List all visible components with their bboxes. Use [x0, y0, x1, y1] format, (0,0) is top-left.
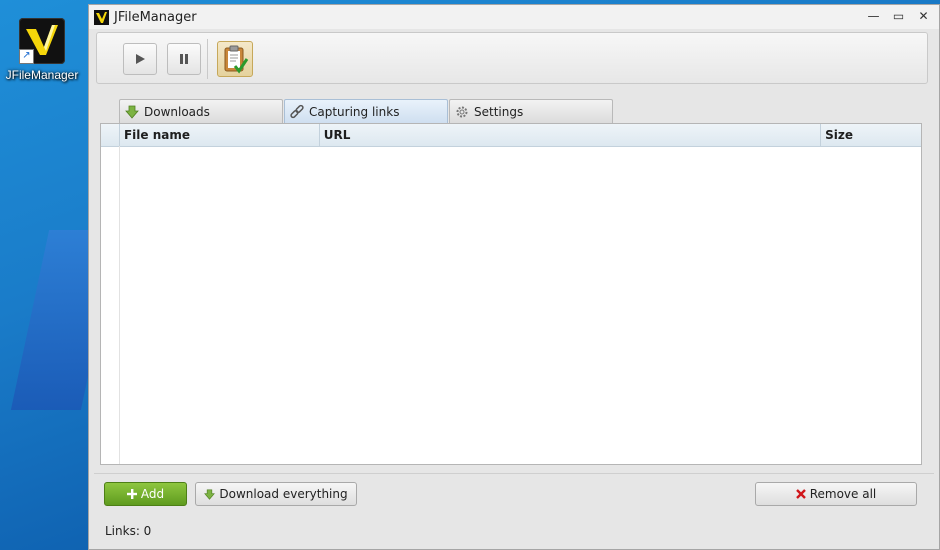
tab-strip: Downloads Capturing links Settings: [119, 99, 614, 123]
add-button[interactable]: Add: [104, 482, 187, 506]
red-x-icon: [795, 489, 806, 499]
desktop-shortcut-jfilemanager[interactable]: ↗ JFileManager: [4, 18, 80, 82]
download-arrow-icon: [124, 104, 140, 120]
download-arrow-icon: [204, 488, 216, 500]
tab-downloads[interactable]: Downloads: [119, 99, 283, 123]
add-button-label: Add: [140, 487, 165, 501]
download-everything-label: Download everything: [219, 487, 348, 501]
links-count-status: Links: 0: [105, 524, 152, 538]
toolbar: [96, 32, 928, 84]
download-everything-button[interactable]: Download everything: [195, 482, 357, 506]
table-header: File name URL Size: [101, 124, 921, 147]
action-bar: Add Download everything Remove all: [94, 473, 934, 512]
tab-label: Capturing links: [309, 104, 400, 119]
jfilemanager-app-icon: ↗: [19, 18, 65, 64]
remove-all-button[interactable]: Remove all: [755, 482, 917, 506]
tab-capturing-links[interactable]: Capturing links: [284, 99, 448, 123]
row-header-column: [101, 146, 120, 464]
tab-label: Settings: [474, 104, 524, 119]
desktop-icon-label: JFileManager: [5, 68, 79, 82]
pause-button[interactable]: [167, 43, 201, 75]
minimize-button[interactable]: —: [864, 8, 883, 25]
plus-icon: [126, 489, 137, 499]
play-icon: [136, 54, 145, 64]
chain-link-icon: [289, 104, 305, 120]
column-header-url[interactable]: URL: [320, 124, 822, 146]
pause-icon: [180, 54, 188, 64]
column-header-size[interactable]: Size: [821, 124, 921, 146]
tab-settings[interactable]: Settings: [449, 99, 613, 123]
app-title-icon: [94, 9, 109, 25]
close-button[interactable]: ✕: [914, 8, 933, 25]
column-header-file-name[interactable]: File name: [120, 124, 320, 146]
remove-all-label: Remove all: [809, 487, 877, 501]
tab-label: Downloads: [144, 104, 210, 119]
play-button[interactable]: [123, 43, 157, 75]
title-bar[interactable]: JFileManager — ▭ ✕: [89, 5, 939, 29]
shortcut-arrow-icon: ↗: [19, 49, 34, 64]
clipboard-check-icon: [224, 45, 249, 74]
app-window: JFileManager — ▭ ✕ Downloads Capturing l…: [88, 4, 940, 550]
gear-icon: [454, 104, 470, 120]
clipboard-monitor-button[interactable]: [217, 41, 253, 77]
links-table[interactable]: File name URL Size: [100, 123, 922, 465]
window-title: JFileManager: [114, 9, 197, 25]
row-header-corner: [101, 124, 120, 146]
toolbar-separator: [207, 39, 208, 79]
maximize-button[interactable]: ▭: [889, 8, 908, 25]
